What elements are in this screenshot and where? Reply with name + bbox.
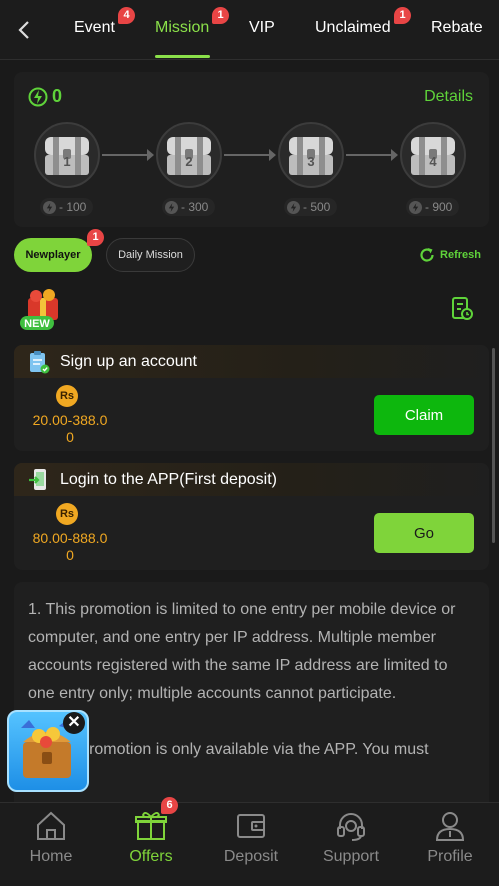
gift-icon	[135, 812, 167, 840]
points-value: 0	[52, 86, 63, 106]
mission-card: Sign up an account Rs 20.00-388.0 0 Clai…	[14, 345, 489, 451]
nav-label: Profile	[427, 848, 473, 865]
refresh-button[interactable]: Refresh	[418, 246, 481, 264]
top-nav: Event 4 Mission 1 VIP Unclaimed 1 Rebate	[0, 0, 499, 60]
tab-mission-badge: 1	[212, 7, 229, 24]
active-tab-indicator	[155, 55, 210, 58]
progress-arrow	[346, 149, 398, 161]
rupee-coin-icon: Rs	[56, 385, 78, 407]
chest-number: 1	[63, 154, 71, 169]
record-icon[interactable]	[451, 297, 473, 321]
nav-support[interactable]: Support	[301, 803, 401, 886]
lightning-icon	[165, 200, 178, 214]
nav-profile[interactable]: Profile	[400, 803, 499, 886]
details-link[interactable]: Details	[424, 88, 473, 106]
chest-4[interactable]: 4	[400, 122, 466, 188]
lightning-icon	[287, 200, 300, 214]
chest-3[interactable]: 3	[278, 122, 344, 188]
mission-reward: 20.00-388.0 0	[32, 412, 108, 445]
lightning-icon	[409, 200, 422, 214]
new-tag: NEW	[24, 318, 50, 330]
chest-1[interactable]: 1	[34, 122, 100, 188]
rule-paragraph: 2. This promotion is only available via …	[28, 741, 429, 758]
refresh-label: Refresh	[440, 249, 481, 261]
tab-event-badge: 4	[118, 7, 135, 24]
new-gift-icon: NEW	[20, 289, 58, 330]
refresh-icon	[420, 248, 434, 262]
chest-cost: - 300	[162, 198, 216, 216]
tab-rebate[interactable]: Rebate	[431, 19, 483, 37]
progress-arrow	[102, 149, 154, 161]
progress-arrow	[224, 149, 276, 161]
close-floating-button[interactable]: ✕	[63, 712, 85, 734]
bottom-nav: Home Offers 6 Deposit Support Profile	[0, 797, 499, 886]
nav-offers[interactable]: Offers	[101, 803, 201, 886]
progress-card: 0 Details 1 2 3 4 - 100 - 300 - 500 - 90…	[14, 72, 489, 227]
nav-home[interactable]: Home	[1, 803, 101, 886]
lightning-icon	[28, 87, 48, 106]
go-button[interactable]: Go	[374, 513, 474, 553]
tab-vip[interactable]: VIP	[249, 19, 275, 37]
nav-deposit[interactable]: Deposit	[201, 803, 301, 886]
lightning-icon	[43, 200, 56, 214]
tab-unclaimed-badge: 1	[394, 7, 411, 24]
tab-unclaimed[interactable]: Unclaimed	[315, 19, 391, 37]
nav-label: Support	[322, 848, 380, 865]
tab-event[interactable]: Event	[74, 19, 115, 37]
mission-title: Login to the APP(First deposit)	[60, 470, 277, 488]
chest-number: 3	[307, 154, 315, 169]
chest-number: 4	[429, 154, 437, 169]
chest-number: 2	[185, 154, 193, 169]
user-icon	[435, 812, 465, 841]
tab-daily-mission[interactable]: Daily Mission	[106, 238, 195, 272]
mission-header: Sign up an account	[14, 345, 489, 378]
nav-label: Home	[29, 848, 73, 865]
mission-header: Login to the APP(First deposit)	[14, 463, 489, 496]
home-icon	[37, 811, 65, 840]
claim-button[interactable]: Claim	[374, 395, 474, 435]
offers-badge: 6	[161, 797, 178, 814]
chest-cost: - 100	[40, 198, 94, 216]
headset-icon	[337, 813, 365, 841]
rupee-coin-icon: Rs	[56, 503, 78, 525]
mission-reward: 80.00-888.0 0	[32, 530, 108, 563]
points-display: 0	[28, 86, 62, 107]
chest-cost: - 500	[284, 198, 338, 216]
mission-title: Sign up an account	[60, 352, 197, 370]
nav-label: Offers	[129, 848, 173, 865]
chest-2[interactable]: 2	[156, 122, 222, 188]
scrollbar[interactable]	[492, 348, 495, 543]
chest-cost: - 900	[406, 198, 460, 216]
app-login-icon	[29, 468, 46, 490]
mission-card: Login to the APP(First deposit) Rs 80.00…	[14, 463, 489, 570]
back-arrow-icon[interactable]	[14, 18, 34, 42]
wallet-icon	[237, 814, 265, 838]
tab-mission[interactable]: Mission	[155, 19, 209, 37]
rule-paragraph: 1. This promotion is limited to one entr…	[28, 601, 456, 702]
tab-newplayer[interactable]: Newplayer	[14, 238, 92, 272]
nav-label: Deposit	[223, 848, 279, 865]
newplayer-badge: 1	[87, 229, 104, 246]
clipboard-icon	[30, 350, 50, 373]
